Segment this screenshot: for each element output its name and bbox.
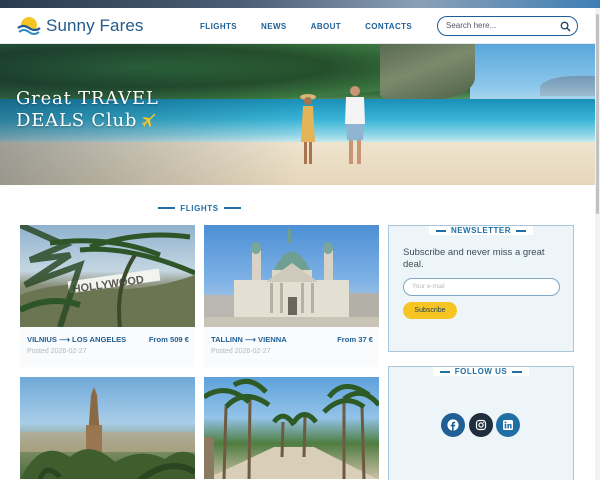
linkedin-link[interactable]	[496, 413, 520, 437]
hollywood-scene: HOLLYWOOD	[20, 225, 195, 327]
nav-about[interactable]: ABOUT	[311, 22, 341, 31]
title-divider-right	[223, 207, 241, 209]
search-box	[437, 16, 578, 36]
hero-banner: Great TRAVEL DEALS Club	[0, 44, 600, 185]
page-scrollbar[interactable]	[595, 8, 600, 480]
subscribe-button[interactable]: Subscribe	[403, 302, 457, 319]
newsletter-description: Subscribe and never miss a great deal.	[403, 247, 545, 270]
social-links	[441, 413, 524, 437]
flight-card-info	[20, 327, 195, 367]
newsletter-title: NEWSLETTER	[389, 220, 573, 238]
hero-man-figure	[345, 86, 365, 164]
flight-card[interactable]: TALLINN ⟶ VIENNA From 37 € Posted 2026-0…	[204, 225, 379, 367]
newsletter-email-box	[403, 278, 560, 296]
nav-news[interactable]: NEWS	[261, 22, 287, 31]
hero-title-line2: DEALS Club	[16, 110, 138, 131]
hero-woman-figure	[300, 94, 316, 164]
airplane-icon	[142, 113, 156, 127]
facebook-icon	[447, 419, 459, 431]
top-banner-strip	[0, 0, 600, 8]
flight-card[interactable]	[20, 377, 195, 480]
nav-contacts[interactable]: CONTACTS	[365, 22, 412, 31]
site-logo[interactable]: Sunny Fares	[16, 13, 143, 39]
follow-us-title: FOLLOW US	[389, 361, 573, 379]
follow-us-title-text: FOLLOW US	[454, 367, 508, 376]
newsletter-widget: NEWSLETTER Subscribe and never miss a gr…	[388, 225, 574, 352]
hero-title: Great TRAVEL DEALS Club	[16, 88, 159, 132]
nav-flights[interactable]: FLIGHTS	[200, 22, 237, 31]
barcelona-city-image[interactable]	[20, 377, 195, 479]
flight-card[interactable]: HOLLYWOOD VILNIUS ⟶ LOS ANGELES From 509…	[20, 225, 195, 367]
hero-cliff	[380, 44, 475, 99]
hollywood-sign-image[interactable]: HOLLYWOOD	[20, 225, 195, 327]
vienna-church-image[interactable]	[204, 225, 379, 327]
flight-card[interactable]	[204, 377, 379, 480]
palm-promenade-image[interactable]	[204, 377, 379, 479]
sun-waves-logo-icon	[17, 17, 41, 39]
search-icon[interactable]	[560, 21, 571, 32]
site-header: Sunny Fares FLIGHTS NEWS ABOUT CONTACTS	[0, 8, 600, 44]
scrollbar-thumb[interactable]	[596, 14, 599, 214]
hero-distant-island	[540, 76, 600, 96]
instagram-link[interactable]	[468, 413, 493, 437]
vienna-scene	[204, 229, 379, 327]
flight-route[interactable]: VILNIUS ⟶ LOS ANGELES	[27, 335, 126, 344]
search-input[interactable]	[446, 21, 556, 30]
hero-title-line1: Great TRAVEL	[16, 88, 159, 109]
email-field[interactable]	[412, 283, 552, 290]
flights-title-text: FLIGHTS	[180, 203, 219, 213]
instagram-icon	[475, 419, 486, 431]
flight-posted-date: Posted 2026-02-27	[27, 348, 87, 355]
facebook-link[interactable]	[441, 413, 465, 437]
palm-promenade-scene	[204, 378, 379, 479]
logo-text: Sunny Fares	[46, 16, 144, 35]
newsletter-title-text: NEWSLETTER	[450, 226, 512, 235]
flights-section-title: FLIGHTS	[158, 202, 241, 214]
main-nav: FLIGHTS NEWS ABOUT CONTACTS	[200, 8, 436, 44]
flight-price: From 37 €	[337, 335, 373, 344]
linkedin-icon	[503, 420, 513, 430]
title-divider-left	[158, 207, 176, 209]
flight-card-info	[204, 327, 379, 367]
flight-posted-date: Posted 2026-02-27	[211, 348, 271, 355]
flight-price: From 509 €	[148, 335, 189, 344]
flight-route[interactable]: TALLINN ⟶ VIENNA	[211, 335, 287, 344]
follow-us-widget: FOLLOW US	[388, 366, 574, 480]
barcelona-scene	[20, 387, 195, 479]
